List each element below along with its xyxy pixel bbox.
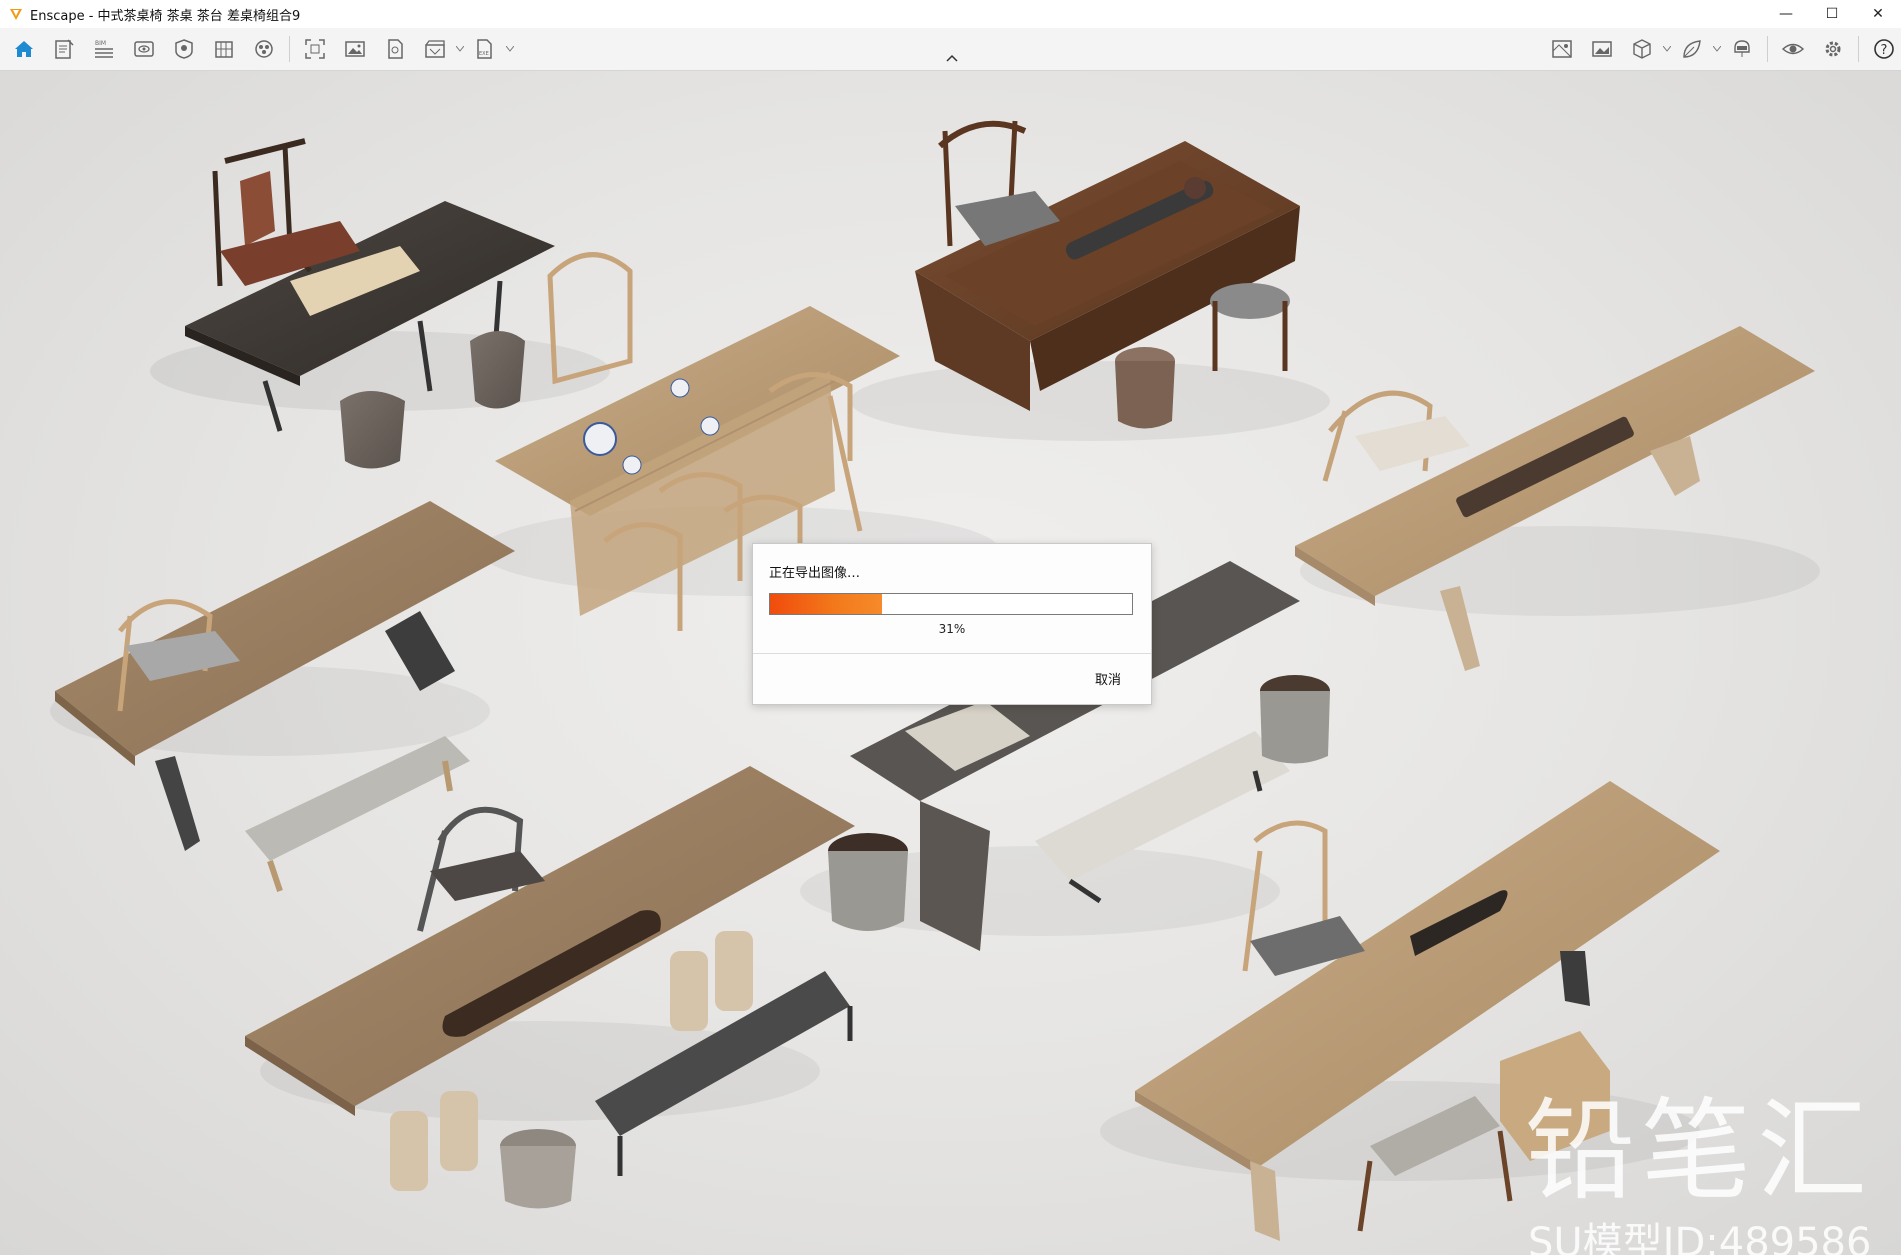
asset-library-icon: [175, 39, 193, 59]
progress-bar-fill: [770, 594, 883, 614]
long-wood-table-right: [1295, 326, 1820, 671]
toolbar-separator: [1858, 36, 1859, 62]
export-dropdown[interactable]: [505, 32, 515, 66]
dark-wood-table-set: [150, 138, 610, 469]
svg-text:EXE: EXE: [479, 51, 489, 57]
sun-atmosphere-icon: [255, 40, 273, 58]
cube-icon: [1633, 39, 1651, 59]
asset-library-button[interactable]: [166, 32, 202, 66]
view-management-button[interactable]: [1624, 32, 1660, 66]
brand-watermark: 铅笔汇: [1525, 1087, 1873, 1215]
visual-settings-button[interactable]: [126, 32, 162, 66]
export-exe-button[interactable]: EXE: [467, 32, 503, 66]
material-editor-button[interactable]: [206, 32, 242, 66]
render-image-button[interactable]: [337, 32, 373, 66]
bim-button[interactable]: BIM: [86, 32, 122, 66]
feedback-dropdown[interactable]: [1712, 32, 1722, 66]
progress-percent: 31%: [938, 622, 966, 636]
gear-icon: [1825, 41, 1841, 57]
vr-headset-button[interactable]: [1724, 32, 1760, 66]
render-panorama-button[interactable]: [377, 32, 413, 66]
toolbar-left: BIM EXE: [4, 28, 515, 70]
long-table-with-tray-bottom-left: [245, 766, 855, 1209]
collapse-toolbar-toggle[interactable]: [940, 50, 964, 66]
chevron-down-icon: [1713, 46, 1721, 52]
screenshot-icon: [305, 39, 325, 59]
leaf-icon: [1683, 40, 1701, 58]
help-icon: ?: [1874, 39, 1894, 59]
feedback-button[interactable]: [1674, 32, 1710, 66]
enscape-logo-icon: [10, 9, 22, 20]
progress-bar: [769, 593, 1133, 615]
home-button[interactable]: [6, 32, 42, 66]
batch-render-icon: [1592, 41, 1612, 57]
svg-text:BIM: BIM: [95, 40, 106, 47]
window-title: Enscape - 中式茶桌椅 茶桌 茶台 差桌椅组合9: [30, 8, 301, 24]
bim-icon: BIM: [95, 40, 113, 58]
chevron-down-icon: [456, 46, 464, 52]
render-panorama-icon: [388, 39, 403, 59]
chevron-down-icon: [1663, 46, 1671, 52]
screenshot-button[interactable]: [297, 32, 333, 66]
render-video-dropdown[interactable]: [455, 32, 465, 66]
project-info-button[interactable]: [46, 32, 82, 66]
toolbar-right: ?: [1542, 28, 1901, 70]
title-bar: Enscape - 中式茶桌椅 茶桌 茶台 差桌椅组合9 — ☐ ✕: [0, 0, 1901, 28]
render-image-icon: [345, 41, 365, 57]
cancel-button[interactable]: 取消: [1095, 669, 1121, 688]
material-editor-icon: [215, 41, 233, 58]
dialog-message: 正在导出图像…: [769, 566, 861, 581]
help-label: ?: [1881, 43, 1888, 58]
help-button[interactable]: ?: [1866, 32, 1901, 66]
close-button[interactable]: ✕: [1855, 0, 1901, 28]
minimize-button[interactable]: —: [1763, 0, 1809, 28]
site-context-icon: [1552, 40, 1572, 58]
sun-atmosphere-button[interactable]: [246, 32, 282, 66]
chevron-down-icon: [506, 46, 514, 52]
visibility-button[interactable]: [1775, 32, 1811, 66]
settings-button[interactable]: [1815, 32, 1851, 66]
home-icon: [15, 41, 33, 57]
batch-render-button[interactable]: [1584, 32, 1620, 66]
export-exe-icon: EXE: [477, 39, 492, 59]
model-id-watermark: SU模型ID:489586: [1528, 1220, 1872, 1255]
site-context-button[interactable]: [1544, 32, 1580, 66]
render-video-button[interactable]: [417, 32, 453, 66]
visual-settings-icon: [134, 41, 154, 57]
dialog-divider: [753, 653, 1151, 654]
brown-tea-desk-set: [850, 120, 1330, 441]
project-info-icon: [55, 39, 74, 59]
render-video-icon: [425, 40, 445, 58]
vr-headset-icon: [1734, 40, 1750, 57]
toolbar-separator: [289, 36, 290, 62]
toolbar-separator: [1767, 36, 1768, 62]
view-management-dropdown[interactable]: [1662, 32, 1672, 66]
export-progress-dialog: 正在导出图像… 31% 取消: [752, 543, 1152, 705]
maximize-button[interactable]: ☐: [1809, 0, 1855, 28]
chevron-up-icon: [946, 54, 958, 62]
eye-icon: [1781, 43, 1805, 55]
